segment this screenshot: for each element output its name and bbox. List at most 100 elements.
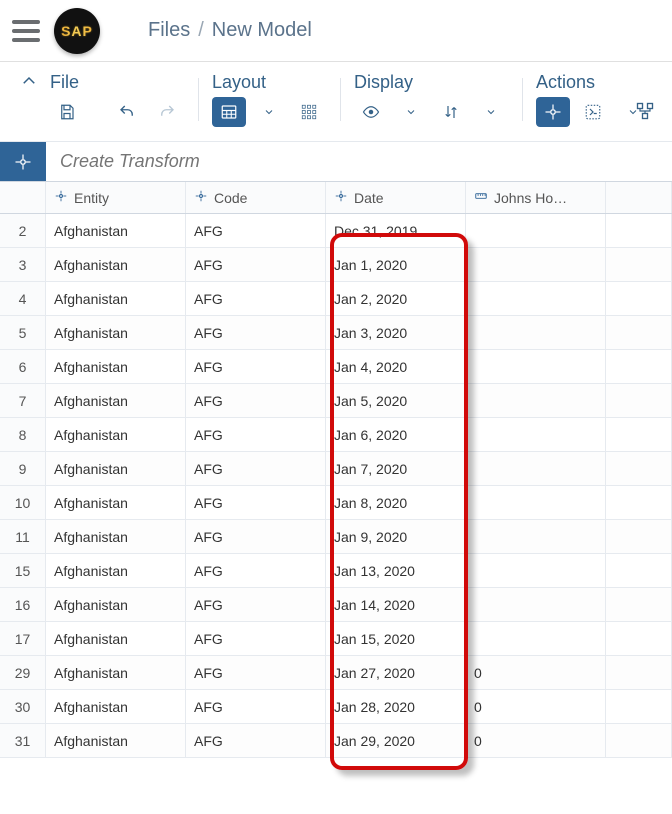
cell-entity[interactable]: Afghanistan <box>46 248 186 281</box>
cell-value[interactable] <box>466 282 606 315</box>
undo-icon[interactable] <box>110 97 144 127</box>
cell-entity[interactable]: Afghanistan <box>46 486 186 519</box>
cell-date[interactable]: Jan 3, 2020 <box>326 316 466 349</box>
table-row[interactable]: 2AfghanistanAFGDec 31, 2019 <box>0 214 672 248</box>
cell-code[interactable]: AFG <box>186 690 326 723</box>
row-number[interactable]: 31 <box>0 724 46 757</box>
cell-value[interactable] <box>466 452 606 485</box>
row-number[interactable]: 10 <box>0 486 46 519</box>
redo-icon[interactable] <box>150 97 184 127</box>
cell-value[interactable] <box>466 622 606 655</box>
table-row[interactable]: 9AfghanistanAFGJan 7, 2020 <box>0 452 672 486</box>
col-rownum[interactable] <box>0 182 46 213</box>
save-icon[interactable] <box>50 97 84 127</box>
cell-date[interactable]: Jan 27, 2020 <box>326 656 466 689</box>
cell-code[interactable]: AFG <box>186 350 326 383</box>
cell-entity[interactable]: Afghanistan <box>46 384 186 417</box>
cell-entity[interactable]: Afghanistan <box>46 282 186 315</box>
table-row[interactable]: 31AfghanistanAFGJan 29, 20200 <box>0 724 672 758</box>
row-number[interactable]: 9 <box>0 452 46 485</box>
cell-value[interactable] <box>466 248 606 281</box>
layout-table-icon[interactable] <box>212 97 246 127</box>
cell-value[interactable]: 0 <box>466 656 606 689</box>
row-number[interactable]: 7 <box>0 384 46 417</box>
cell-entity[interactable]: Afghanistan <box>46 656 186 689</box>
cell-code[interactable]: AFG <box>186 384 326 417</box>
row-number[interactable]: 11 <box>0 520 46 553</box>
cell-date[interactable]: Jan 14, 2020 <box>326 588 466 621</box>
chevron-down-icon[interactable] <box>394 97 428 127</box>
cell-code[interactable]: AFG <box>186 588 326 621</box>
cell-code[interactable]: AFG <box>186 316 326 349</box>
cell-entity[interactable]: Afghanistan <box>46 554 186 587</box>
table-row[interactable]: 30AfghanistanAFGJan 28, 20200 <box>0 690 672 724</box>
cell-date[interactable]: Jan 7, 2020 <box>326 452 466 485</box>
cell-code[interactable]: AFG <box>186 520 326 553</box>
row-number[interactable]: 2 <box>0 214 46 247</box>
cell-value[interactable] <box>466 418 606 451</box>
cell-entity[interactable]: Afghanistan <box>46 724 186 757</box>
cell-date[interactable]: Jan 15, 2020 <box>326 622 466 655</box>
cell-entity[interactable]: Afghanistan <box>46 690 186 723</box>
cell-date[interactable]: Jan 1, 2020 <box>326 248 466 281</box>
cell-code[interactable]: AFG <box>186 622 326 655</box>
cell-value[interactable] <box>466 520 606 553</box>
cell-entity[interactable]: Afghanistan <box>46 520 186 553</box>
cell-date[interactable]: Jan 6, 2020 <box>326 418 466 451</box>
table-row[interactable]: 7AfghanistanAFGJan 5, 2020 <box>0 384 672 418</box>
cell-entity[interactable]: Afghanistan <box>46 588 186 621</box>
row-number[interactable]: 6 <box>0 350 46 383</box>
row-number[interactable]: 5 <box>0 316 46 349</box>
col-code[interactable]: Code <box>186 182 326 213</box>
cell-code[interactable]: AFG <box>186 724 326 757</box>
cell-date[interactable]: Jan 8, 2020 <box>326 486 466 519</box>
table-row[interactable]: 29AfghanistanAFGJan 27, 20200 <box>0 656 672 690</box>
cell-date[interactable]: Dec 31, 2019 <box>326 214 466 247</box>
row-number[interactable]: 4 <box>0 282 46 315</box>
sort-icon[interactable] <box>434 97 468 127</box>
menu-icon[interactable] <box>12 20 40 42</box>
cell-entity[interactable]: Afghanistan <box>46 350 186 383</box>
cell-code[interactable]: AFG <box>186 282 326 315</box>
cell-date[interactable]: Jan 28, 2020 <box>326 690 466 723</box>
cell-code[interactable]: AFG <box>186 486 326 519</box>
formula-icon[interactable] <box>576 97 610 127</box>
cell-code[interactable]: AFG <box>186 554 326 587</box>
row-number[interactable]: 29 <box>0 656 46 689</box>
table-row[interactable]: 17AfghanistanAFGJan 15, 2020 <box>0 622 672 656</box>
cell-value[interactable]: 0 <box>466 724 606 757</box>
col-entity[interactable]: Entity <box>46 182 186 213</box>
cell-code[interactable]: AFG <box>186 214 326 247</box>
cell-code[interactable]: AFG <box>186 452 326 485</box>
cell-value[interactable] <box>466 316 606 349</box>
layout-grid-icon[interactable] <box>292 97 326 127</box>
table-row[interactable]: 16AfghanistanAFGJan 14, 2020 <box>0 588 672 622</box>
cell-value[interactable] <box>466 486 606 519</box>
table-row[interactable]: 3AfghanistanAFGJan 1, 2020 <box>0 248 672 282</box>
cell-date[interactable]: Jan 5, 2020 <box>326 384 466 417</box>
breadcrumb-root[interactable]: Files <box>148 19 190 42</box>
cell-date[interactable]: Jan 2, 2020 <box>326 282 466 315</box>
cell-value[interactable] <box>466 588 606 621</box>
col-value[interactable]: Johns Ho… <box>466 182 606 213</box>
cell-date[interactable]: Jan 9, 2020 <box>326 520 466 553</box>
table-row[interactable]: 6AfghanistanAFGJan 4, 2020 <box>0 350 672 384</box>
cell-date[interactable]: Jan 13, 2020 <box>326 554 466 587</box>
transform-chip-icon[interactable] <box>0 142 46 181</box>
cell-value[interactable] <box>466 350 606 383</box>
cell-value[interactable]: 0 <box>466 690 606 723</box>
cell-value[interactable] <box>466 384 606 417</box>
cell-code[interactable]: AFG <box>186 248 326 281</box>
cell-entity[interactable]: Afghanistan <box>46 452 186 485</box>
cell-entity[interactable]: Afghanistan <box>46 418 186 451</box>
row-number[interactable]: 8 <box>0 418 46 451</box>
cell-code[interactable]: AFG <box>186 656 326 689</box>
table-row[interactable]: 5AfghanistanAFGJan 3, 2020 <box>0 316 672 350</box>
transform-input[interactable] <box>46 142 672 181</box>
col-date[interactable]: Date <box>326 182 466 213</box>
table-row[interactable]: 4AfghanistanAFGJan 2, 2020 <box>0 282 672 316</box>
table-row[interactable]: 10AfghanistanAFGJan 8, 2020 <box>0 486 672 520</box>
row-number[interactable]: 3 <box>0 248 46 281</box>
cell-date[interactable]: Jan 4, 2020 <box>326 350 466 383</box>
hierarchy-icon[interactable] <box>628 96 662 126</box>
